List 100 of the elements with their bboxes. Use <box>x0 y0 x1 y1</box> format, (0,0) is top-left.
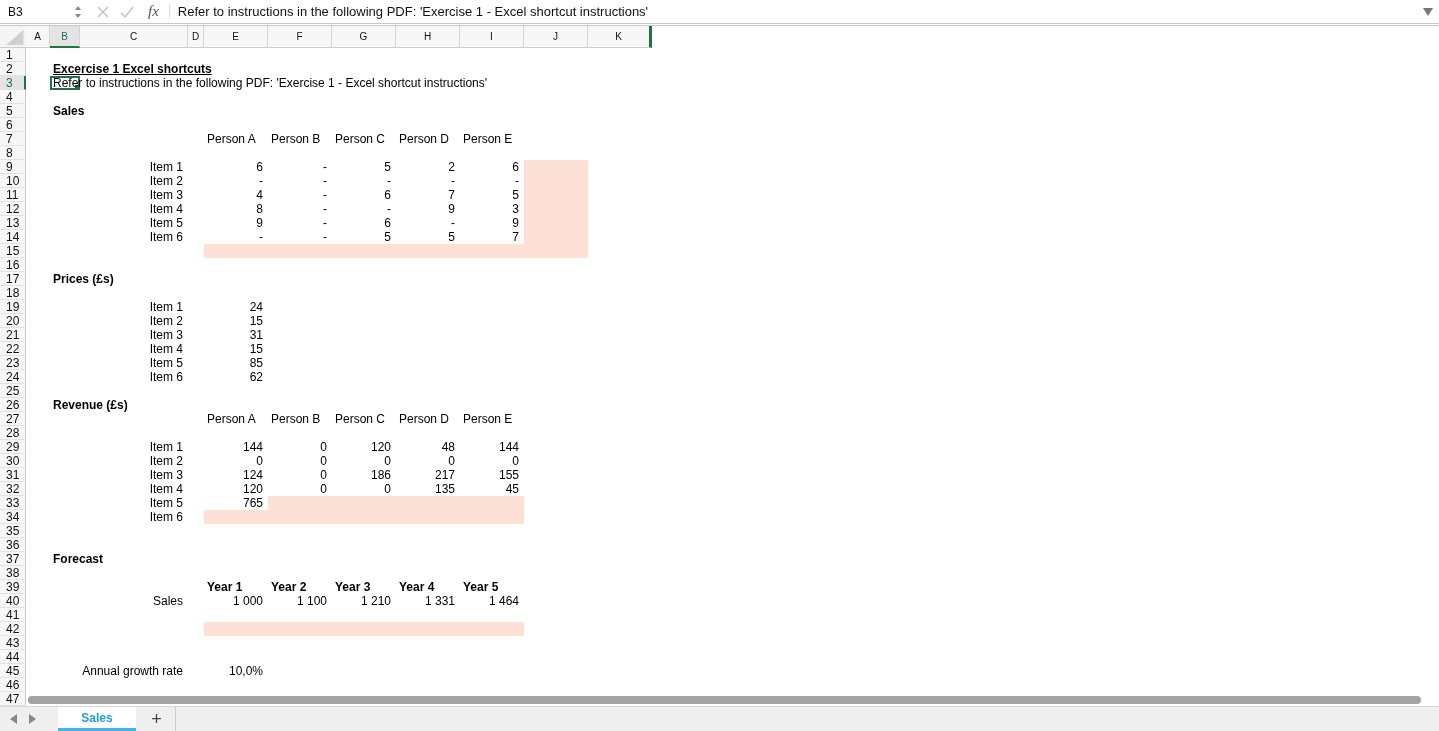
cell-text: 5 <box>512 188 520 202</box>
row-header[interactable]: 29 <box>0 440 26 454</box>
stepper-icon[interactable] <box>74 4 82 19</box>
row-header[interactable]: 32 <box>0 482 26 496</box>
previous-sheet-icon[interactable] <box>10 714 18 724</box>
horizontal-scrollbar[interactable] <box>28 696 1421 704</box>
cell-text: 0 <box>384 482 392 496</box>
cell-text: Item 4 <box>149 342 184 356</box>
function-button[interactable]: fx <box>148 3 159 20</box>
row-header[interactable]: 16 <box>0 258 26 272</box>
cell-text: 1 210 <box>360 594 392 608</box>
cell-text: Item 2 <box>149 454 184 468</box>
cell-text: Revenue (£s) <box>52 398 128 412</box>
row-header[interactable]: 26 <box>0 398 26 412</box>
check-icon[interactable] <box>120 4 134 19</box>
cell-text: 0 <box>448 454 456 468</box>
row-header[interactable]: 15 <box>0 244 26 258</box>
row-header[interactable]: 36 <box>0 538 26 552</box>
row-header[interactable]: 5 <box>0 104 26 118</box>
row-header[interactable]: 33 <box>0 496 26 510</box>
row-header[interactable]: 4 <box>0 90 26 104</box>
cell-text: Item 4 <box>149 482 184 496</box>
cell-text: Item 5 <box>149 496 184 510</box>
row-header[interactable]: 47 <box>0 692 26 706</box>
row-header[interactable]: 38 <box>0 566 26 580</box>
cell-text: 0 <box>512 454 520 468</box>
row-header[interactable]: 31 <box>0 468 26 482</box>
row-header[interactable]: 46 <box>0 678 26 692</box>
cell-text: Person A <box>206 412 256 426</box>
name-box[interactable]: B3 <box>0 4 74 19</box>
row-header[interactable]: 1 <box>0 48 26 62</box>
column-header[interactable]: H <box>396 26 460 48</box>
cell-text: 1 000 <box>232 594 264 608</box>
cell-text: Excercise 1 Excel shortcuts <box>52 62 212 76</box>
row-header[interactable]: 45 <box>0 664 26 678</box>
row-header[interactable]: 6 <box>0 118 26 132</box>
column-header[interactable]: I <box>460 26 524 48</box>
cell-text: 7 <box>448 188 456 202</box>
row-header[interactable]: 22 <box>0 342 26 356</box>
row-header[interactable]: 13 <box>0 216 26 230</box>
row-header[interactable]: 37 <box>0 552 26 566</box>
cell-text: - <box>323 174 328 188</box>
formula-field[interactable]: Refer to instructions in the following PDF: 'Exercise 1 - Excel shortcut instructions' <box>168 4 1423 19</box>
cell-text: Person B <box>270 412 321 426</box>
add-sheet-button[interactable]: + <box>138 707 176 731</box>
row-header[interactable]: 7 <box>0 132 26 146</box>
row-header[interactable]: 10 <box>0 174 26 188</box>
cell-text: 144 <box>498 440 520 454</box>
row-header[interactable]: 27 <box>0 412 26 426</box>
cancel-icon[interactable] <box>96 4 110 19</box>
column-header[interactable]: G <box>332 26 396 48</box>
row-header[interactable]: 35 <box>0 524 26 538</box>
row-header[interactable]: 18 <box>0 286 26 300</box>
cell-text: Person D <box>398 412 450 426</box>
row-header[interactable]: 40 <box>0 594 26 608</box>
cell-text: 6 <box>512 160 520 174</box>
cell-text: - <box>387 174 392 188</box>
column-header[interactable]: E <box>204 26 268 48</box>
row-header[interactable]: 23 <box>0 356 26 370</box>
row-header[interactable]: 24 <box>0 370 26 384</box>
next-sheet-icon[interactable] <box>28 714 36 724</box>
cell-text: Item 4 <box>149 202 184 216</box>
row-header[interactable]: 44 <box>0 650 26 664</box>
row-header[interactable]: 3 <box>0 76 26 90</box>
cell-text: 5 <box>448 230 456 244</box>
row-header[interactable]: 30 <box>0 454 26 468</box>
row-header[interactable]: 25 <box>0 384 26 398</box>
cell-text: 5 <box>384 230 392 244</box>
row-header[interactable]: 12 <box>0 202 26 216</box>
column-header[interactable]: B <box>50 26 80 48</box>
caret-icon[interactable] <box>1423 7 1433 16</box>
cell-text: 6 <box>384 188 392 202</box>
row-header[interactable]: 20 <box>0 314 26 328</box>
cell-text: Item 6 <box>149 510 184 524</box>
row-header[interactable]: 2 <box>0 62 26 76</box>
column-header[interactable]: K <box>588 26 652 48</box>
row-header[interactable]: 8 <box>0 146 26 160</box>
row-header[interactable]: 17 <box>0 272 26 286</box>
row-header[interactable]: 39 <box>0 580 26 594</box>
row-header[interactable]: 42 <box>0 622 26 636</box>
row-header[interactable]: 28 <box>0 426 26 440</box>
row-header[interactable]: 41 <box>0 608 26 622</box>
cell-text: 9 <box>448 202 456 216</box>
column-header[interactable]: F <box>268 26 332 48</box>
row-header[interactable]: 34 <box>0 510 26 524</box>
row-header[interactable]: 43 <box>0 636 26 650</box>
cell-text: 15 <box>249 314 264 328</box>
row-header[interactable]: 14 <box>0 230 26 244</box>
column-header[interactable]: C <box>80 26 188 48</box>
column-header[interactable]: J <box>524 26 588 48</box>
row-header[interactable]: 9 <box>0 160 26 174</box>
cell-text: 15 <box>249 342 264 356</box>
column-header[interactable]: A <box>26 26 50 48</box>
row-header[interactable]: 19 <box>0 300 26 314</box>
cell-text: - <box>259 230 264 244</box>
row-header[interactable]: 11 <box>0 188 26 202</box>
column-header[interactable]: D <box>188 26 204 48</box>
cell-text: 1 331 <box>424 594 456 608</box>
cell-text: 135 <box>434 482 456 496</box>
row-header[interactable]: 21 <box>0 328 26 342</box>
